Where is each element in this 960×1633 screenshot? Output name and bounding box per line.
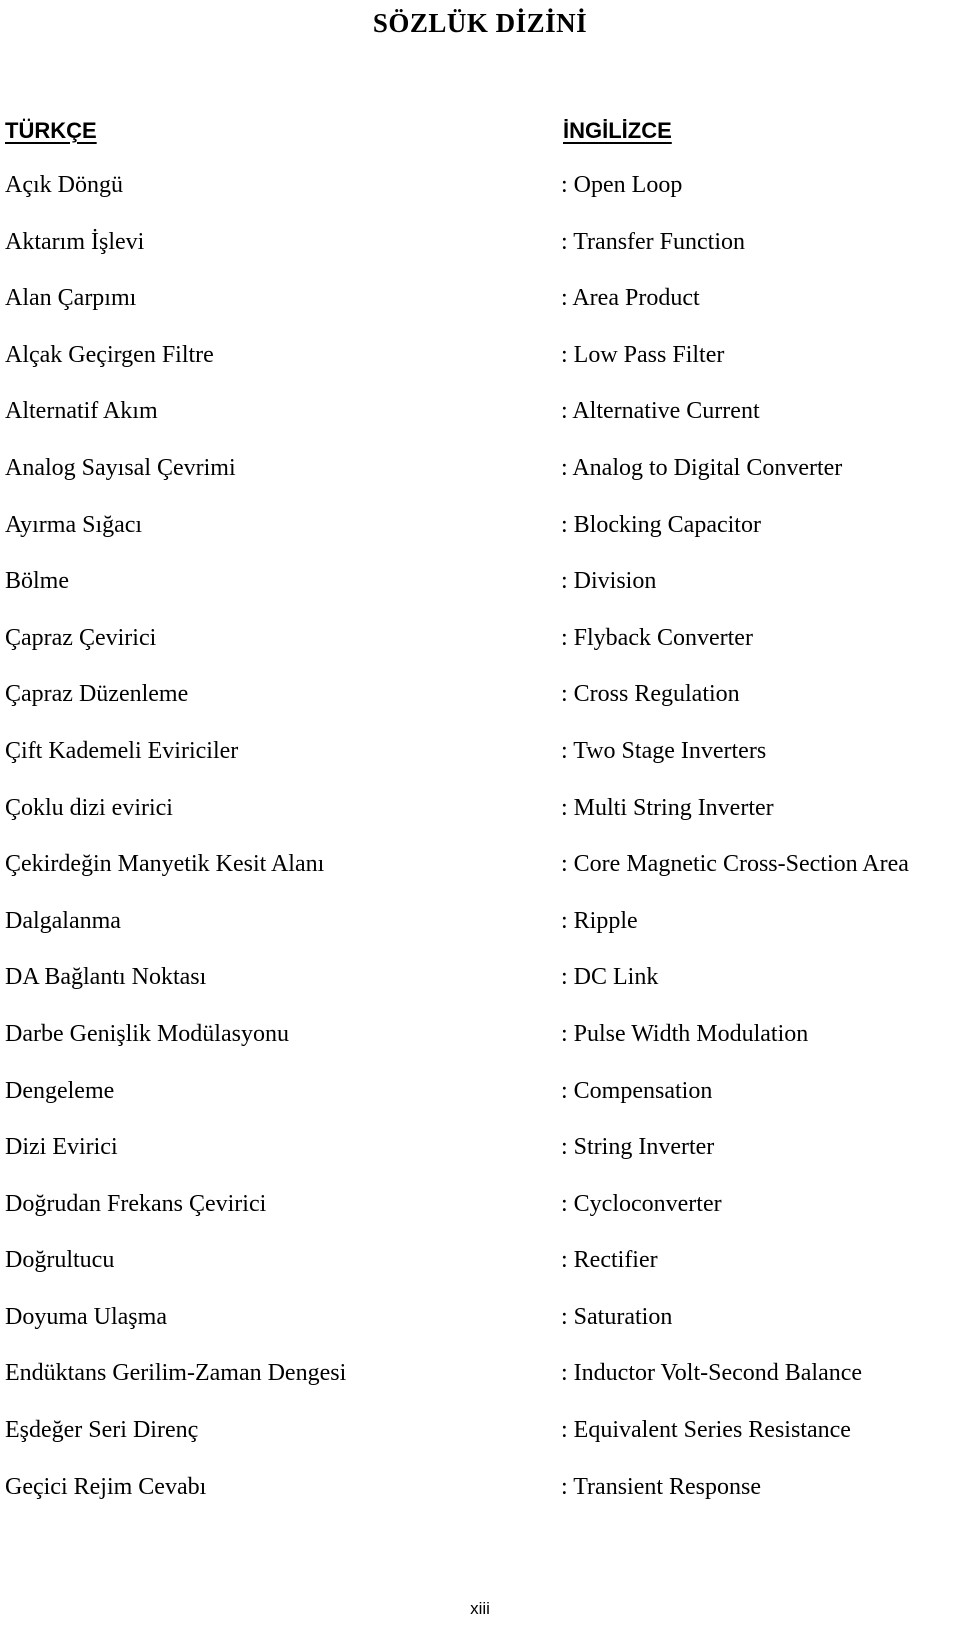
term-turkish: Eşdeğer Seri Direnç — [5, 1417, 199, 1444]
term-turkish: Çapraz Çevirici — [5, 624, 157, 651]
term-english: : Open Loop — [561, 172, 683, 198]
term-turkish: Çekirdeğin Manyetik Kesit Alanı — [5, 851, 325, 878]
glossary-row: Alternatif Akım : Alternative Current — [0, 396, 960, 453]
term-turkish: Dizi Evirici — [5, 1134, 118, 1161]
term-english: : Transfer Function — [561, 228, 746, 255]
glossary-row: Dizi Evirici : String Inverter — [0, 1132, 960, 1189]
term-english: : Low Pass Filter — [561, 341, 725, 368]
glossary-row: Doyuma Ulaşma : Saturation — [0, 1302, 960, 1359]
term-english: : Transient Response — [561, 1473, 762, 1500]
term-english: : Core Magnetic Cross-Section Area — [561, 851, 909, 878]
document-page: SÖZLÜK DİZİNİ TÜRKÇE İNGİLİZCE Açık Döng… — [0, 0, 960, 1633]
term-turkish: Dalgalanma — [5, 907, 121, 934]
term-turkish: Doğrultucu — [5, 1247, 115, 1274]
glossary-row: Eşdeğer Seri Direnç : Equivalent Series R… — [0, 1415, 960, 1472]
term-turkish: Ayırma Sığacı — [5, 511, 143, 538]
term-turkish: Çapraz Düzenleme — [5, 681, 189, 708]
term-turkish: Geçici Rejim Cevabı — [5, 1473, 207, 1500]
glossary-row: Analog Sayısal Çevrimi : Analog to Digita… — [0, 453, 960, 510]
term-english: : Division — [561, 568, 657, 595]
glossary-row: Alan Çarpımı : Area Product — [0, 283, 960, 340]
glossary-row: Doğrultucu : Rectifier — [0, 1245, 960, 1302]
term-english: : Multi String Inverter — [561, 794, 774, 821]
term-english: : Alternative Current — [561, 398, 760, 425]
glossary-row: Doğrudan Frekans Çevirici : Cycloconverte… — [0, 1189, 960, 1246]
column-headers: TÜRKÇE İNGİLİZCE — [0, 118, 960, 158]
glossary-list: Açık Döngü : Open Loop Aktarım İşlevi : Tra… — [0, 170, 960, 1528]
column-header-english: İNGİLİZCE — [563, 118, 672, 143]
glossary-row: Çekirdeğin Manyetik Kesit Alanı : Core Ma… — [0, 849, 960, 906]
term-turkish: Analog Sayısal Çevrimi — [5, 454, 236, 481]
term-turkish: Darbe Genişlik Modülasyonu — [5, 1020, 289, 1047]
term-turkish: Doyuma Ulaşma — [5, 1303, 167, 1330]
term-english: : Analog to Digital Converter — [561, 454, 843, 481]
term-english: : Rectifier — [561, 1247, 658, 1274]
glossary-row: Geçici Rejim Cevabı : Transient Response — [0, 1472, 960, 1529]
term-english: : String Inverter — [561, 1134, 715, 1161]
term-turkish: Alçak Geçirgen Filtre — [5, 341, 214, 368]
glossary-row: Dengeleme : Compensation — [0, 1076, 960, 1133]
glossary-row: Çoklu dizi evirici : Multi String Inverte… — [0, 793, 960, 850]
term-english: : Equivalent Series Resistance — [561, 1417, 851, 1444]
term-turkish: Doğrudan Frekans Çevirici — [5, 1190, 267, 1217]
term-english: : Cross Regulation — [561, 681, 740, 708]
glossary-row: Endüktans Gerilim-Zaman Dengesi : Inducto… — [0, 1358, 960, 1415]
term-english: : Compensation — [561, 1077, 713, 1104]
term-turkish: Çoklu dizi evirici — [5, 794, 173, 821]
term-turkish: DA Bağlantı Noktası — [5, 964, 207, 991]
term-english: : Two Stage Inverters — [561, 737, 767, 764]
term-english: : Area Product — [561, 285, 700, 312]
glossary-row: Çapraz Çevirici : Flyback Converter — [0, 623, 960, 680]
term-turkish: Açık Döngü — [5, 172, 123, 198]
term-english: : Saturation — [561, 1303, 673, 1330]
term-english: : Inductor Volt-Second Balance — [561, 1360, 863, 1387]
glossary-row: Alçak Geçirgen Filtre : Low Pass Filter — [0, 340, 960, 397]
term-turkish: Endüktans Gerilim-Zaman Dengesi — [5, 1360, 347, 1387]
term-turkish: Alternatif Akım — [5, 398, 158, 425]
glossary-row: Dalgalanma : Ripple — [0, 906, 960, 963]
term-english: : Flyback Converter — [561, 624, 753, 651]
glossary-row: Çift Kademeli Eviriciler : Two Stage Inve… — [0, 736, 960, 793]
glossary-row: Darbe Genişlik Modülasyonu : Pulse Width … — [0, 1019, 960, 1076]
glossary-row: Açık Döngü : Open Loop — [0, 170, 960, 227]
glossary-row: Bölme : Division — [0, 566, 960, 623]
term-english: : Pulse Width Modulation — [561, 1020, 809, 1047]
term-turkish: Alan Çarpımı — [5, 285, 137, 312]
term-english: : Ripple — [561, 907, 638, 934]
column-header-turkish: TÜRKÇE — [5, 118, 97, 143]
term-english: : Blocking Capacitor — [561, 511, 761, 538]
term-turkish: Bölme — [5, 568, 69, 595]
page-number: xiii — [470, 1599, 490, 1618]
term-turkish: Dengeleme — [5, 1077, 115, 1104]
term-english: : DC Link — [561, 964, 659, 991]
term-turkish: Çift Kademeli Eviriciler — [5, 737, 239, 764]
glossary-row: Ayırma Sığacı : Blocking Capacitor — [0, 510, 960, 567]
glossary-row: DA Bağlantı Noktası : DC Link — [0, 962, 960, 1019]
page-title: SÖZLÜK DİZİNİ — [372, 8, 588, 38]
term-english: : Cycloconverter — [561, 1190, 722, 1217]
glossary-row: Çapraz Düzenleme : Cross Regulation — [0, 679, 960, 736]
term-turkish: Aktarım İşlevi — [5, 228, 145, 255]
glossary-row: Aktarım İşlevi : Transfer Function — [0, 227, 960, 284]
